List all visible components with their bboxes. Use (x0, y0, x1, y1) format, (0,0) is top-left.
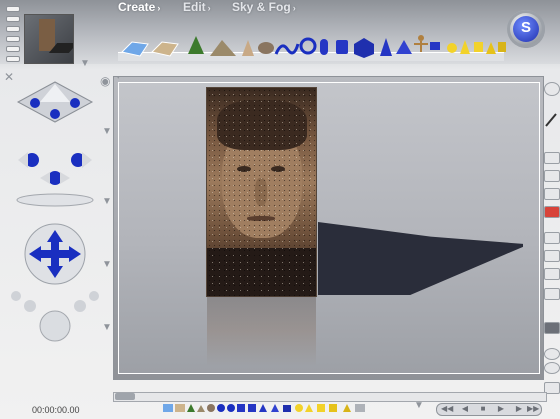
pyramid-icon (396, 40, 412, 54)
stop-icon[interactable]: ■ (477, 405, 489, 413)
portrait-reflection (207, 296, 316, 366)
paintbrush-icon[interactable] (544, 112, 558, 127)
timeline-knob[interactable] (115, 393, 135, 400)
capsule-icon (320, 39, 328, 55)
camera-icon[interactable] (544, 288, 560, 300)
chevron-down-icon[interactable]: ▼ (102, 126, 112, 137)
fast-forward-icon[interactable]: ▶▶ (527, 405, 539, 413)
palette-dropdown-icon[interactable]: ▼ (414, 400, 424, 411)
grid-icon[interactable] (544, 268, 560, 280)
step-back-icon[interactable]: ◀ (459, 405, 471, 413)
text-icon[interactable] (544, 250, 560, 262)
figure-icon (414, 35, 428, 52)
target-icon[interactable]: ◉ (100, 74, 110, 88)
display-icon[interactable] (544, 152, 560, 164)
bottom-primitive-palette[interactable] (163, 402, 415, 414)
record-icon[interactable] (544, 206, 560, 218)
portrait-plane-object[interactable] (207, 88, 316, 296)
playback-controls: ◀◀ ◀ ■ ▶ ▶ ▶▶ (436, 403, 542, 416)
cube-gold-icon (498, 42, 506, 52)
flag-icon (430, 42, 440, 50)
cylinder-icon (336, 40, 348, 54)
water-tile-icon (121, 41, 149, 57)
rock-icon (258, 42, 274, 54)
chevron-right-icon: › (157, 3, 161, 13)
camera-selector[interactable] (10, 76, 100, 126)
chevron-down-icon[interactable]: ▼ (102, 259, 112, 270)
menu-create[interactable]: Create › (118, 0, 160, 16)
cone-blue-icon (380, 38, 392, 56)
render-spheres[interactable] (10, 288, 100, 344)
app-logo-button[interactable]: S (507, 10, 545, 48)
terrain-icon (210, 40, 236, 56)
chevron-down-icon[interactable]: ▼ (102, 322, 112, 333)
camera-controls-panel: ✕ ◉ ▼ ▼ ▼ ▼ (0, 64, 112, 406)
top-toolbar: ▼ Create › Edit › Sky & Fog › S (0, 0, 560, 69)
logo-glyph: S (520, 19, 531, 36)
light-icon[interactable] (544, 188, 560, 200)
step-forward-icon[interactable]: ▶ (513, 405, 525, 413)
sphere-yellow-icon (447, 43, 457, 53)
menu-edit[interactable]: Edit › (183, 0, 211, 16)
chevron-down-icon[interactable]: ▼ (102, 196, 112, 207)
cube-icon (354, 38, 374, 58)
menu-edit-label: Edit (183, 0, 206, 14)
menu-create-label: Create (118, 0, 156, 14)
chevron-right-icon: › (207, 3, 211, 13)
tree-icon (188, 36, 204, 54)
move-camera-trackball[interactable] (20, 222, 90, 286)
menu-sky-fog[interactable]: Sky & Fog › (232, 0, 296, 16)
time-readout: 00:00:00.00 (32, 405, 80, 415)
cube-yellow-icon (474, 42, 483, 52)
right-toolbar (544, 82, 560, 412)
cone-icon (242, 40, 254, 56)
tool-pills[interactable] (6, 6, 20, 66)
chevron-right-icon: › (292, 3, 296, 13)
sand-tile-icon (151, 41, 179, 57)
zoom-in-icon[interactable] (544, 348, 560, 360)
texture-icon[interactable] (544, 170, 560, 182)
rewind-icon[interactable]: ◀◀ (441, 405, 453, 413)
settings-icon[interactable] (544, 82, 560, 96)
prism-yellow-icon (486, 42, 496, 54)
spiral-icon (274, 43, 300, 55)
play-icon[interactable]: ▶ (495, 405, 507, 413)
menu-sky-fog-label: Sky & Fog (232, 0, 291, 14)
torus-icon (299, 37, 317, 55)
layer-icon[interactable] (544, 232, 560, 244)
scene-thumbnail[interactable] (24, 14, 74, 64)
dolly-track[interactable] (10, 188, 100, 208)
cube-view-icon[interactable] (544, 322, 560, 334)
timeline-scrubber[interactable] (113, 392, 547, 402)
primitive-palette[interactable] (118, 30, 508, 60)
pan-rotate-control[interactable] (10, 142, 100, 186)
zoom-out-icon[interactable] (544, 362, 560, 374)
app-window: ▼ Create › Edit › Sky & Fog › S ✕ ◉ ▼ ▼ … (0, 0, 560, 419)
cone-yellow-icon (460, 40, 470, 54)
